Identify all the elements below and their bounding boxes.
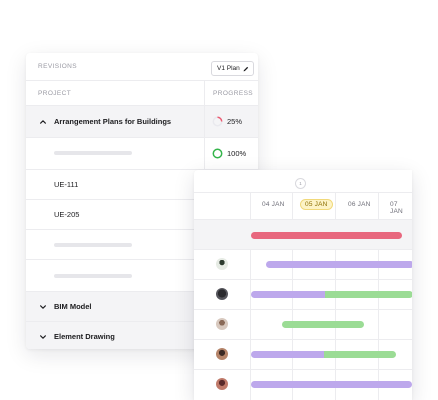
user-avatar[interactable] xyxy=(216,378,228,390)
timeline-bar[interactable] xyxy=(251,291,325,298)
loading-placeholder xyxy=(54,151,132,155)
timeline-week-header: 1 xyxy=(194,170,412,193)
chevron-up-icon[interactable] xyxy=(39,118,47,126)
list-item-placeholder[interactable]: 100% xyxy=(26,138,258,170)
date-label: 04 JAN xyxy=(262,201,285,208)
progress-value: 25% xyxy=(227,117,243,126)
progress-ring-icon xyxy=(212,116,223,127)
timeline-row xyxy=(194,340,412,370)
pencil-icon xyxy=(243,66,248,71)
plan-version-label: V1 Plan xyxy=(217,65,240,72)
user-avatar[interactable] xyxy=(216,318,228,330)
timeline-bar[interactable] xyxy=(325,291,412,298)
item-label: UE-205 xyxy=(54,210,80,219)
progress-value: 100% xyxy=(227,149,247,158)
timeline-bar[interactable] xyxy=(324,351,396,358)
timeline-bar[interactable] xyxy=(266,261,412,268)
timeline-row xyxy=(194,280,412,310)
timeline-row xyxy=(194,220,412,250)
date-label-today: 05 JAN xyxy=(300,199,333,210)
timeline-panel: 1 04 JAN 05 JAN 06 JAN 07 JAN xyxy=(194,170,412,400)
group-title: BIM Model xyxy=(54,302,92,311)
revisions-label: REVISIONS xyxy=(38,63,77,70)
column-header-progress: PROGRESS xyxy=(213,90,254,97)
timeline-row xyxy=(194,250,412,280)
progress-ring-icon xyxy=(212,148,223,159)
chevron-down-icon[interactable] xyxy=(39,333,47,341)
timeline-row xyxy=(194,370,412,399)
group-title: Element Drawing xyxy=(54,332,115,341)
loading-placeholder xyxy=(54,274,132,278)
user-avatar[interactable] xyxy=(216,288,228,300)
week-marker[interactable]: 1 xyxy=(295,178,306,189)
timeline-bar[interactable] xyxy=(251,381,412,388)
date-label: 06 JAN xyxy=(348,201,371,208)
timeline-bar[interactable] xyxy=(251,351,324,358)
group-row-arrangement-plans[interactable]: Arrangement Plans for Buildings 25% xyxy=(26,106,258,138)
plan-version-button[interactable]: V1 Plan xyxy=(211,61,254,76)
loading-placeholder xyxy=(54,243,132,247)
progress-indicator: 25% xyxy=(212,116,242,127)
timeline-bar[interactable] xyxy=(282,321,364,328)
group-title: Arrangement Plans for Buildings xyxy=(54,117,172,126)
item-label: UE-111 xyxy=(54,180,79,189)
column-header-project: PROJECT xyxy=(38,90,72,97)
timeline-bar[interactable] xyxy=(251,232,402,239)
chevron-down-icon[interactable] xyxy=(39,303,47,311)
date-label: 07 JAN xyxy=(390,201,403,215)
revisions-row: REVISIONS V1 Plan xyxy=(26,53,258,81)
user-avatar[interactable] xyxy=(216,348,228,360)
table-header: PROJECT PROGRESS xyxy=(26,80,258,106)
timeline-row xyxy=(194,310,412,340)
user-avatar[interactable] xyxy=(216,258,228,270)
progress-indicator: 100% xyxy=(212,148,246,159)
timeline-date-header: 04 JAN 05 JAN 06 JAN 07 JAN xyxy=(194,192,412,220)
